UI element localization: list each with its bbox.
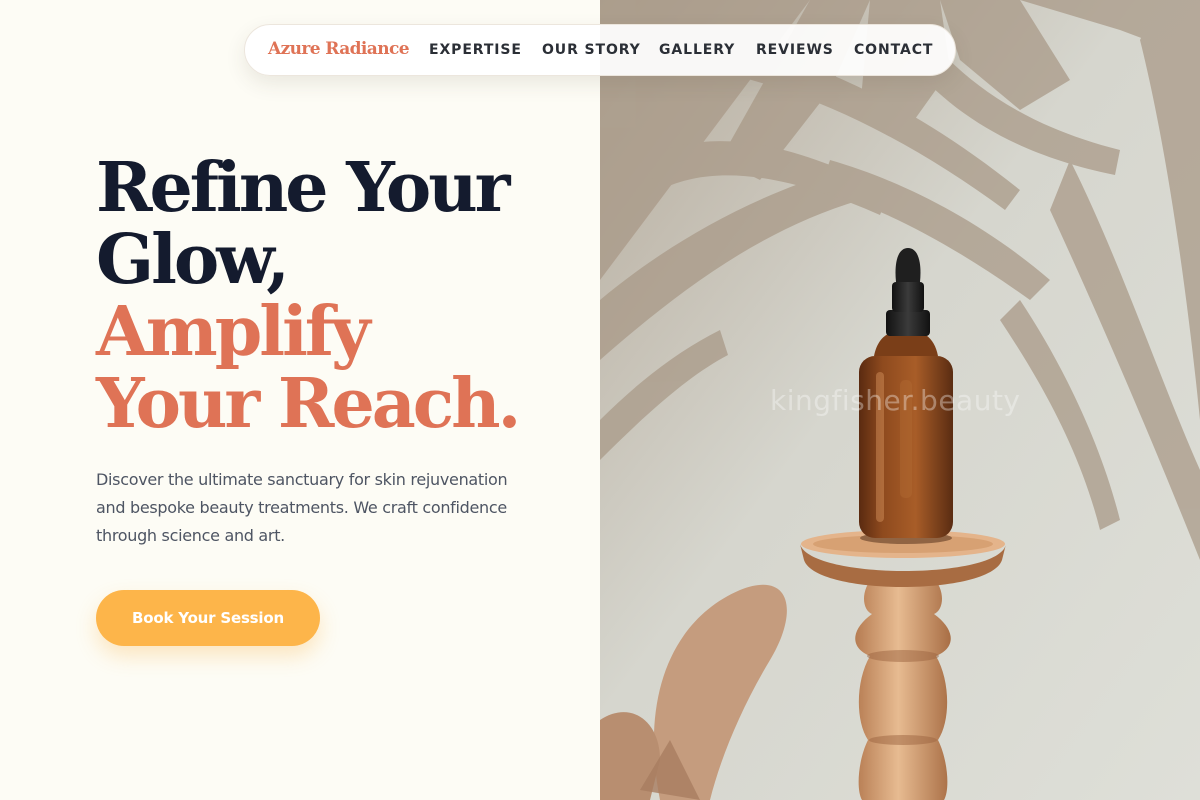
book-session-button[interactable]: Book Your Session [96, 590, 320, 646]
hero-headline: Refine Your Glow, Amplify Your Reach. [96, 152, 586, 440]
headline-line-3: Amplify [96, 292, 371, 372]
nav-link-our-story[interactable]: OUR STORY [542, 42, 641, 58]
main-navigation: Azure Radiance EXPERTISE OUR STORY GALLE… [244, 24, 956, 76]
brand-logo[interactable]: Azure Radiance [268, 39, 410, 59]
nav-link-contact[interactable]: CONTACT [854, 42, 933, 58]
headline-line-1: Refine Your [96, 148, 511, 228]
nav-link-gallery[interactable]: GALLERY [659, 42, 735, 58]
headline-line-4: Your Reach. [96, 364, 521, 444]
watermark-text: kingfisher.beauty [770, 384, 1021, 417]
nav-link-expertise[interactable]: EXPERTISE [429, 42, 522, 58]
hero-image-panel: kingfisher.beauty [600, 0, 1200, 800]
hero-description: Discover the ultimate sanctuary for skin… [96, 470, 508, 545]
hero-text-panel: Refine Your Glow, Amplify Your Reach. Di… [0, 0, 600, 800]
nav-link-reviews[interactable]: REVIEWS [756, 42, 834, 58]
headline-line-2: Glow, [96, 220, 290, 300]
